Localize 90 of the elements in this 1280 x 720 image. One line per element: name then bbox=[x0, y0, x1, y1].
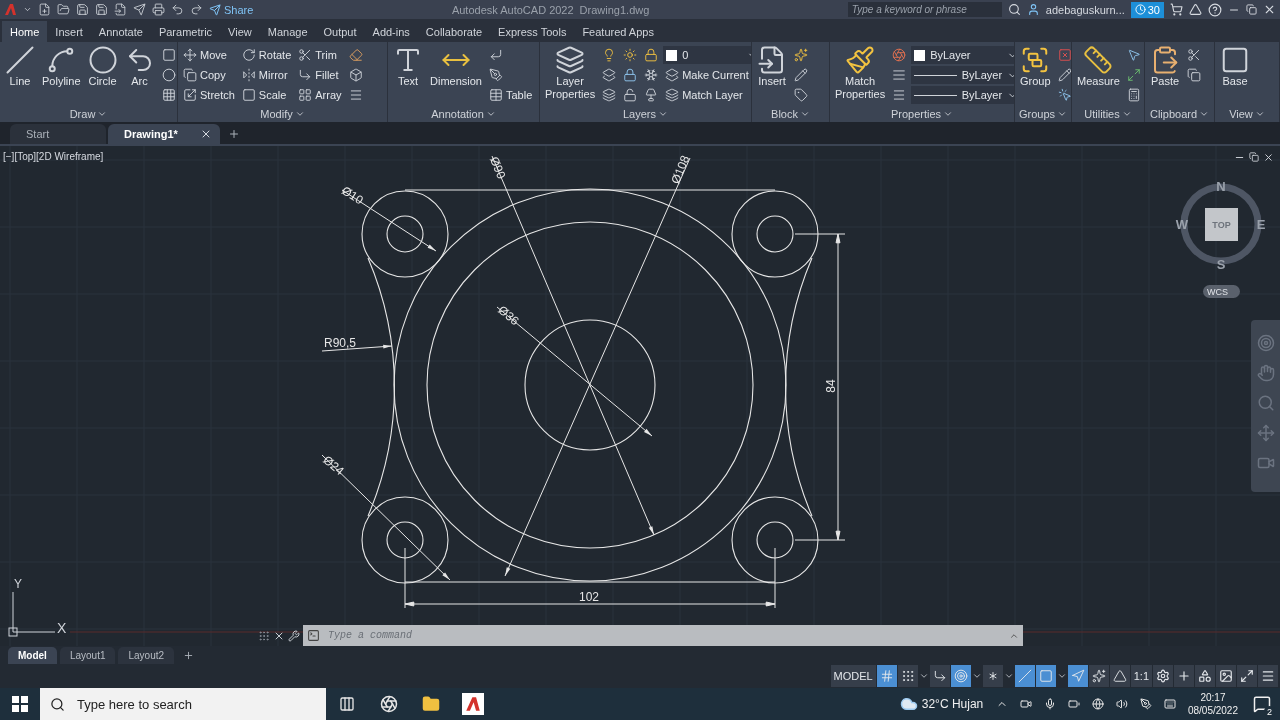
panel-title[interactable]: Block bbox=[771, 107, 798, 120]
dropdown-field[interactable]: 0 bbox=[663, 46, 751, 64]
file-name: Drawing1.dwg bbox=[579, 3, 650, 16]
dropdown-field[interactable]: ByLayer bbox=[911, 66, 1014, 84]
annotation-ratio-button[interactable]: 1:1 bbox=[1130, 665, 1152, 687]
compass-label[interactable]: S bbox=[1216, 256, 1226, 272]
tool-button[interactable]: Text bbox=[391, 45, 425, 88]
panel-title[interactable]: Groups bbox=[1018, 107, 1056, 120]
wcs-menu[interactable]: WCS bbox=[1203, 285, 1240, 298]
tool-button[interactable]: Line bbox=[3, 45, 37, 88]
panel-title[interactable]: Draw bbox=[69, 107, 96, 120]
command-input[interactable]: Type a command bbox=[326, 629, 1003, 642]
ribbon-tab[interactable]: Home bbox=[2, 21, 48, 42]
tool-button[interactable]: Polyline bbox=[40, 45, 83, 88]
tool-button[interactable]: Make Current bbox=[663, 65, 751, 85]
notification-count: 2 bbox=[1264, 706, 1275, 717]
command-field[interactable]: Type a command bbox=[303, 625, 1023, 646]
tool-button[interactable]: Array bbox=[296, 85, 344, 105]
tool-button[interactable]: Insert bbox=[755, 45, 789, 88]
ribbon-tab[interactable]: Manage bbox=[259, 21, 316, 42]
dimension-text: Ø108 bbox=[668, 153, 693, 186]
ribbon-tab[interactable]: Collaborate bbox=[417, 21, 491, 42]
dimension-text: Ø10 bbox=[339, 183, 366, 208]
panel-title[interactable]: Utilities bbox=[1084, 107, 1120, 120]
tool-button[interactable]: Arc bbox=[122, 45, 157, 88]
layout-tab[interactable]: Model bbox=[8, 646, 57, 664]
ribbon-tab[interactable]: Featured Apps bbox=[574, 21, 662, 42]
tool-button[interactable]: Base bbox=[1218, 45, 1252, 88]
dimension-text: Ø24 bbox=[320, 452, 347, 478]
layout-tab[interactable]: Layout2 bbox=[118, 646, 175, 664]
ribbon-tab[interactable]: View bbox=[220, 21, 260, 42]
weather-text[interactable]: Hujan bbox=[948, 697, 990, 711]
window-title: Autodesk AutoCAD 2022 bbox=[451, 3, 574, 16]
tool-button[interactable]: Stretch bbox=[181, 85, 237, 105]
panel-title[interactable]: Modify bbox=[260, 107, 293, 120]
panel-title[interactable]: Layers bbox=[623, 107, 656, 120]
tool-button[interactable]: Mirror bbox=[239, 65, 294, 85]
search-field[interactable]: Type a keyword or phrase bbox=[847, 2, 1002, 17]
model-button[interactable]: MODEL bbox=[830, 665, 876, 687]
tool-button[interactable]: Match Properties bbox=[833, 45, 888, 101]
tool-button[interactable]: Fillet bbox=[296, 65, 344, 85]
notification-button[interactable]: 2 bbox=[1244, 688, 1280, 720]
dimension-text: Ø90 bbox=[487, 154, 509, 181]
ribbon-tab[interactable]: Insert bbox=[47, 21, 91, 42]
dropdown-field[interactable]: ByLayer bbox=[911, 86, 1014, 104]
document-tab[interactable]: Start bbox=[10, 124, 106, 144]
dimension-text: R90,5 bbox=[324, 336, 356, 351]
panel-title[interactable]: Annotation bbox=[431, 107, 484, 120]
tool-button[interactable]: Rotate bbox=[239, 45, 294, 65]
ribbon-tab[interactable]: Output bbox=[315, 21, 365, 42]
ribbon-tab[interactable]: Annotate bbox=[90, 21, 151, 42]
viewport-label[interactable]: [−][Top][2D Wireframe] bbox=[3, 151, 104, 162]
dimension-text: 102 bbox=[579, 590, 599, 605]
dropdown-value: 0 bbox=[682, 49, 689, 61]
ribbon-tab[interactable]: Express Tools bbox=[490, 21, 575, 42]
document-tab[interactable]: Drawing1* bbox=[108, 124, 220, 144]
search-field[interactable]: Type here to search bbox=[40, 688, 326, 720]
search-input[interactable]: Type here to search bbox=[75, 695, 326, 713]
tool-button[interactable]: Measure bbox=[1075, 45, 1122, 88]
tool-button[interactable]: Paste bbox=[1148, 45, 1182, 88]
ribbon-tab[interactable]: Parametric bbox=[150, 21, 221, 42]
tool-button[interactable]: Move bbox=[181, 45, 237, 65]
panel-title[interactable]: View bbox=[1229, 107, 1253, 120]
tool-button[interactable]: Circle bbox=[85, 45, 120, 88]
tool-button[interactable]: Copy bbox=[181, 65, 237, 85]
tool-button[interactable]: Group bbox=[1018, 45, 1053, 88]
temperature[interactable]: 32°C bbox=[918, 697, 949, 711]
dropdown-field[interactable]: ByLayer bbox=[911, 46, 1014, 64]
tool-button[interactable]: Layer Properties bbox=[543, 45, 598, 101]
panel-title[interactable]: Properties bbox=[890, 107, 942, 120]
tool-button[interactable]: Table bbox=[486, 85, 535, 105]
axis-label: X bbox=[57, 620, 67, 636]
dimension-text: Ø36 bbox=[495, 302, 522, 328]
dropdown-value: ByLayer bbox=[961, 89, 1003, 101]
axis-label: Y bbox=[14, 577, 22, 591]
user-name[interactable]: adebaguskurn... bbox=[1045, 3, 1125, 16]
ribbon-tab[interactable]: Add-ins bbox=[364, 21, 418, 42]
tool-button[interactable]: Dimension bbox=[428, 45, 484, 88]
share-button[interactable]: Share bbox=[209, 3, 254, 16]
tool-button[interactable]: Match Layer bbox=[663, 85, 751, 105]
dropdown-value: ByLayer bbox=[961, 69, 1003, 81]
tool-button[interactable]: Trim bbox=[296, 45, 344, 65]
layout-tab[interactable]: Layout1 bbox=[59, 646, 116, 664]
panel-title[interactable]: Clipboard bbox=[1149, 107, 1198, 120]
dropdown-value: ByLayer bbox=[930, 49, 971, 61]
clock-time[interactable]: 20:17 bbox=[1200, 691, 1226, 704]
trial-badge[interactable]: 30 bbox=[1130, 1, 1164, 18]
clock-date[interactable]: 08/05/2022 bbox=[1187, 704, 1238, 717]
dimension-text: 84 bbox=[824, 379, 839, 393]
tool-button[interactable]: Scale bbox=[239, 85, 294, 105]
